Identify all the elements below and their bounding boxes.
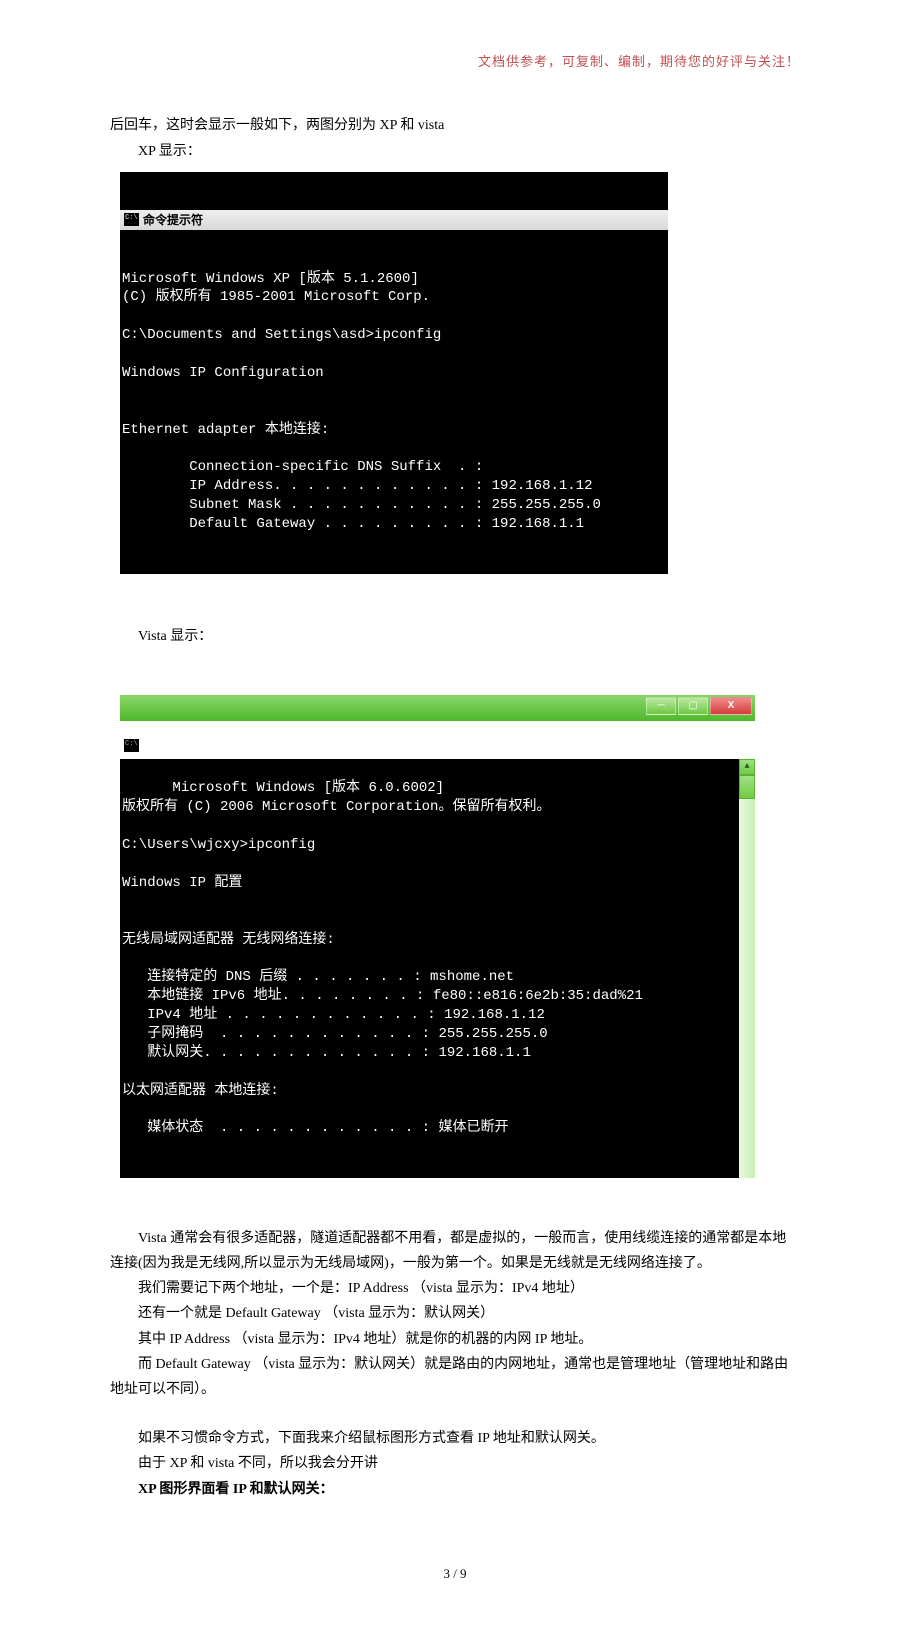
cmd-icon [124,213,139,226]
xp-terminal-titlebar: 命令提示符 [120,210,668,230]
window-buttons: ─ ▢ X [646,697,752,715]
xp-terminal: 命令提示符 Microsoft Windows XP [版本 5.1.2600]… [120,172,668,574]
vista-terminal: 命令提示符 ─ ▢ X Microsoft Windows [版本 6.0.60… [120,657,755,1216]
body-p3: 还有一个就是 Default Gateway （vista 显示为：默认网关） [110,1301,800,1326]
vista-terminal-title: 命令提示符 [143,737,203,753]
close-button[interactable]: X [710,697,752,715]
xp-terminal-body: Microsoft Windows XP [版本 5.1.2600] (C) 版… [120,268,668,536]
doc-header: 文档供参考，可复制、编制，期待您的好评与关注！ [110,50,800,73]
body-p6: 如果不习惯命令方式，下面我来介绍鼠标图形方式查看 IP 地址和默认网关。 [110,1426,800,1451]
xp-terminal-title: 命令提示符 [143,212,203,228]
body-p4: 其中 IP Address （vista 显示为：IPv4 地址）就是你的机器的… [110,1327,800,1352]
scroll-thumb[interactable] [739,775,755,799]
vista-terminal-body: Microsoft Windows [版本 6.0.6002] 版权所有 (C)… [122,780,643,1136]
minimize-button[interactable]: ─ [646,697,676,715]
body-p1: Vista 通常会有很多适配器，隧道适配器都不用看，都是虚拟的，一般而言，使用线… [110,1226,800,1276]
vista-terminal-titlebar: 命令提示符 ─ ▢ X [120,695,755,721]
body-p5: 而 Default Gateway （vista 显示为：默认网关）就是路由的内… [110,1352,800,1402]
vista-label: Vista 显示： [110,624,800,649]
page-number: 3 / 9 [110,1562,800,1585]
scrollbar[interactable] [739,759,755,1179]
body-p7: 由于 XP 和 vista 不同，所以我会分开讲 [110,1451,800,1476]
body-p8: XP 图形界面看 IP 和默认网关： [110,1477,800,1502]
scroll-up-button[interactable] [739,759,755,775]
cmd-icon [124,739,139,752]
intro-line-1: 后回车，这时会显示一般如下，两图分别为 XP 和 vista [110,113,800,138]
body-p2: 我们需要记下两个地址，一个是：IP Address （vista 显示为：IPv… [110,1276,800,1301]
maximize-button[interactable]: ▢ [678,697,708,715]
intro-line-2: XP 显示： [110,139,800,164]
